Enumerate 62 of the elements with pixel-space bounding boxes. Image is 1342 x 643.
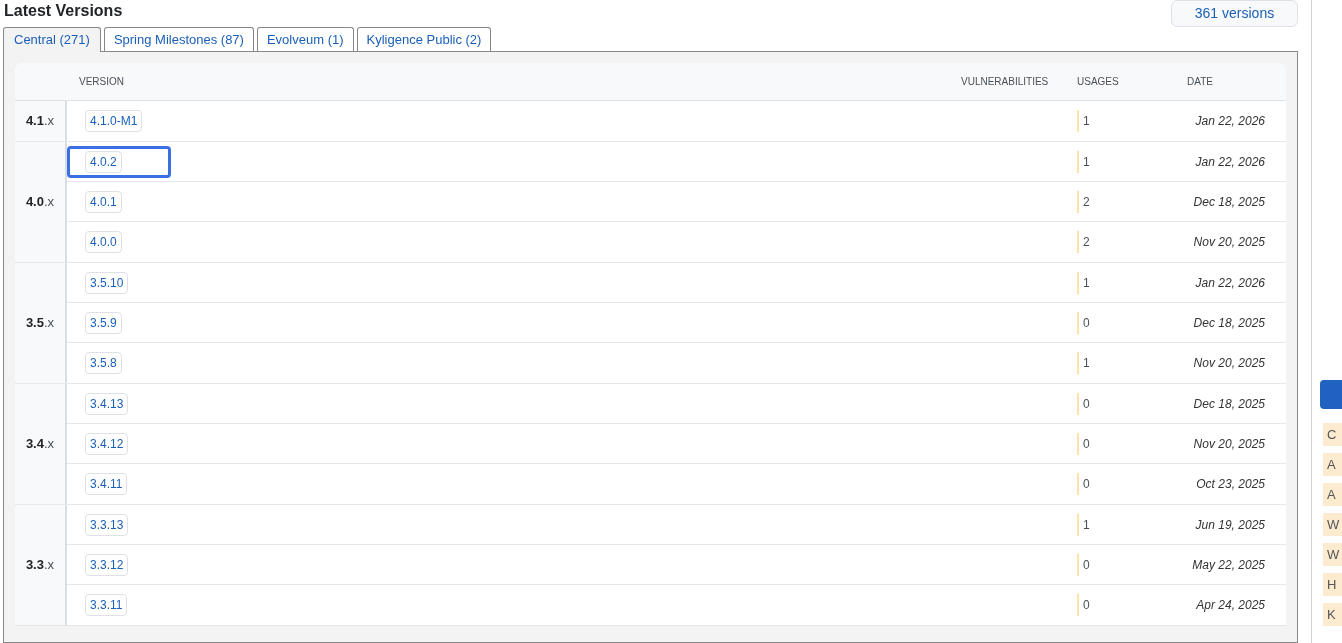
version-link[interactable]: 3.4.13 — [85, 392, 129, 415]
release-date: Jan 22, 2026 — [1194, 153, 1265, 171]
sidebar-tag[interactable]: A — [1323, 453, 1342, 476]
column-header: VERSION — [79, 75, 125, 89]
release-date: Apr 24, 2025 — [1195, 597, 1265, 614]
release-date: Nov 20, 2025 — [1192, 355, 1265, 372]
tab[interactable]: Evolveum (1) — [256, 27, 354, 51]
sidebar-tag[interactable]: W — [1323, 513, 1342, 536]
release-date: Jun 19, 2025 — [1194, 516, 1265, 534]
release-date: May 22, 2025 — [1191, 556, 1265, 574]
release-date: Dec 18, 2025 — [1192, 314, 1265, 332]
group-cell: 3.3.x — [15, 505, 67, 625]
usage-count: 1 — [1083, 516, 1090, 534]
group-cell: 3.4.x — [15, 384, 67, 504]
tab[interactable]: Kyligence Public (2) — [356, 27, 492, 51]
section-title: Latest Versions — [3, 1, 123, 21]
group-cell: 4.1.x — [15, 101, 67, 141]
column-header: DATE — [1187, 75, 1213, 89]
usage-count: 0 — [1083, 476, 1090, 493]
release-date: Dec 18, 2025 — [1192, 193, 1265, 211]
release-date: Oct 23, 2025 — [1195, 476, 1265, 493]
usage-count: 0 — [1083, 395, 1090, 413]
usage-count: 2 — [1083, 193, 1090, 211]
sidebar-tag[interactable]: A — [1323, 483, 1342, 506]
group-cell: 3.5.x — [15, 263, 67, 383]
usage-count: 1 — [1083, 113, 1090, 130]
versions-dropdown-button[interactable]: 361 versions — [1171, 0, 1298, 27]
release-date: Nov 20, 2025 — [1192, 234, 1265, 251]
release-date: Jan 22, 2026 — [1194, 113, 1265, 130]
tab[interactable]: Spring Milestones (87) — [103, 27, 254, 51]
sidebar-tag[interactable]: K — [1323, 603, 1342, 626]
version-link[interactable]: 3.5.9 — [85, 311, 122, 334]
column-header: VULNERABILITIES — [961, 75, 1050, 89]
sidebar-tag[interactable]: C — [1323, 423, 1342, 446]
version-link[interactable]: 3.4.11 — [85, 473, 128, 495]
sidebar-tag[interactable]: H — [1323, 573, 1342, 596]
usage-count: 1 — [1083, 355, 1090, 372]
version-link[interactable]: 4.1.0-M1 — [85, 110, 143, 132]
version-link[interactable]: 3.5.10 — [85, 271, 129, 294]
usage-count: 1 — [1083, 274, 1090, 292]
group-cell: 4.0.x — [15, 142, 67, 262]
sidebar-button[interactable] — [1320, 380, 1342, 409]
version-link[interactable]: 4.0.2 — [85, 150, 122, 173]
usage-count: 0 — [1083, 597, 1090, 614]
usage-count: 1 — [1083, 153, 1090, 171]
version-link[interactable]: 4.0.0 — [85, 231, 122, 253]
version-link[interactable]: 3.5.8 — [85, 352, 122, 374]
column-header: USAGES — [1077, 75, 1120, 89]
version-link[interactable]: 4.0.1 — [85, 190, 122, 213]
usage-count: 0 — [1083, 556, 1090, 574]
release-date: Nov 20, 2025 — [1192, 435, 1265, 453]
usage-count: 0 — [1083, 435, 1090, 453]
version-link[interactable]: 3.4.12 — [85, 432, 129, 455]
release-date: Dec 18, 2025 — [1192, 395, 1265, 413]
sidebar-tag[interactable]: W — [1323, 543, 1342, 566]
tab[interactable]: Central (271) — [3, 27, 101, 52]
usage-count: 2 — [1083, 234, 1090, 251]
version-link[interactable]: 3.3.12 — [85, 553, 129, 576]
version-link[interactable]: 3.3.11 — [85, 594, 128, 616]
release-date: Jan 22, 2026 — [1194, 274, 1265, 292]
version-link[interactable]: 3.3.13 — [85, 513, 129, 536]
usage-count: 0 — [1083, 314, 1090, 332]
